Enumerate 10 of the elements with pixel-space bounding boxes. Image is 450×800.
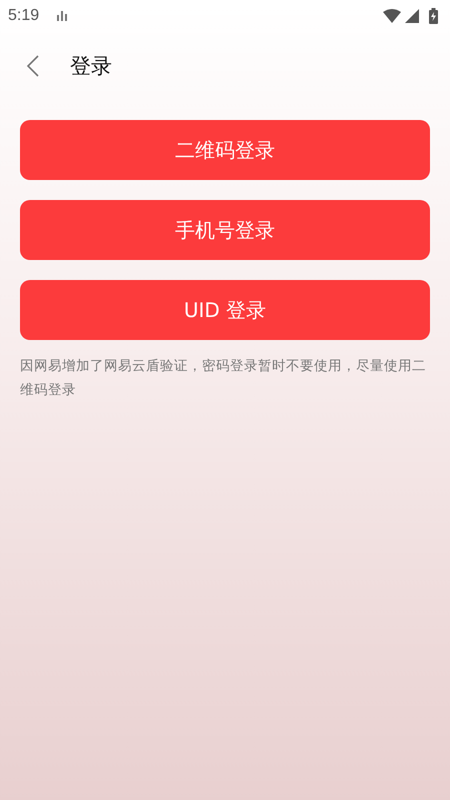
login-button[interactable]: UID 登录 xyxy=(20,280,430,340)
status-time: 5:19 xyxy=(8,7,40,25)
cell-signal-icon xyxy=(405,9,419,23)
wifi-icon xyxy=(383,9,401,23)
signal-bars-icon xyxy=(57,11,68,21)
page-title: 登录 xyxy=(70,53,112,80)
notice-text: 因网易增加了网易云盾验证，密码登录暂时不要使用，尽量使用二维码登录 xyxy=(20,357,427,400)
login-button[interactable]: 手机号登录 xyxy=(20,200,430,260)
battery-icon xyxy=(429,8,438,24)
login-button[interactable]: 二维码登录 xyxy=(20,120,430,180)
